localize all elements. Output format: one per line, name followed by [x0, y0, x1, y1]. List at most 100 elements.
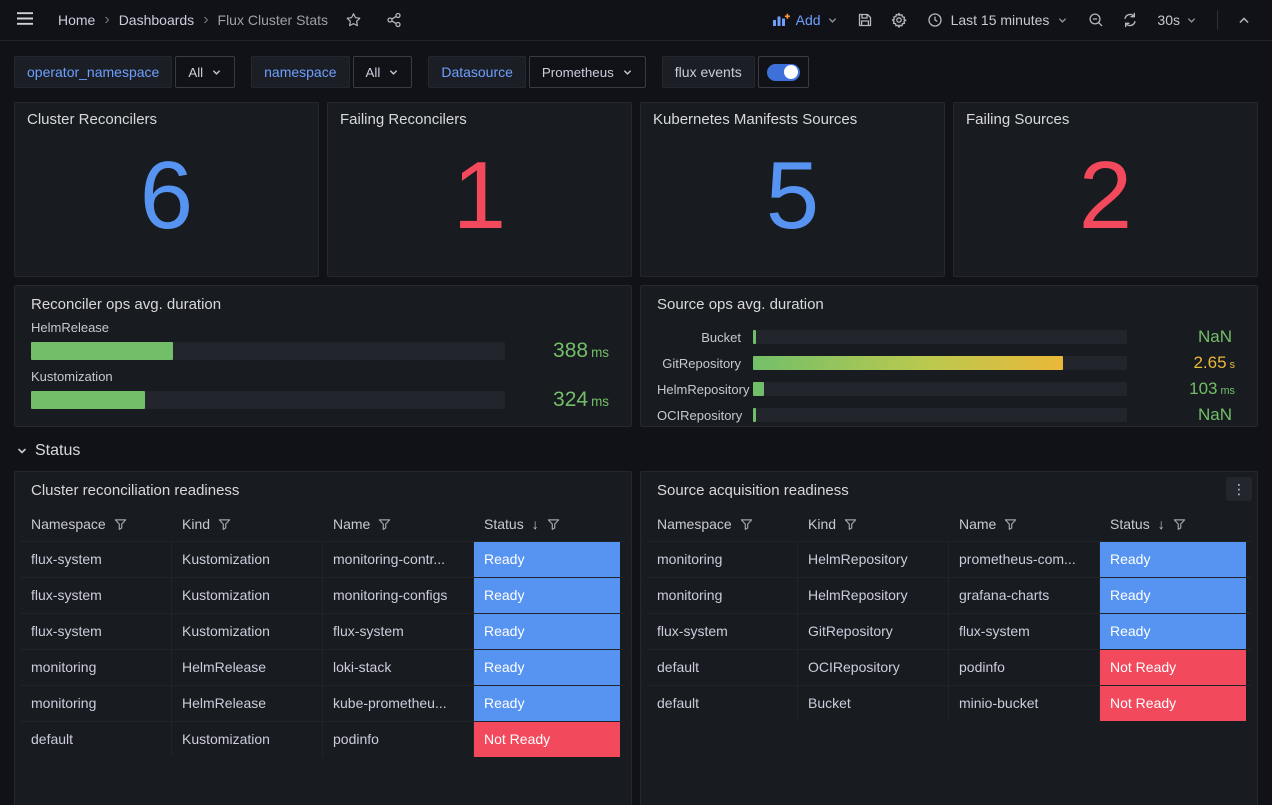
cell-status: Ready: [1100, 542, 1251, 577]
favorite-star-button[interactable]: [338, 7, 369, 33]
cell-kind: Kustomization: [172, 722, 323, 757]
gauge-row: Bucket NaN: [657, 324, 1249, 350]
time-range-picker[interactable]: Last 15 minutes: [918, 7, 1078, 33]
table-row: flux-system Kustomization flux-system Re…: [21, 613, 625, 649]
cell-name: kube-prometheu...: [323, 686, 474, 721]
status-badge: Ready: [474, 542, 620, 577]
status-badge: Ready: [1100, 578, 1246, 613]
gauge-bar: [753, 408, 756, 422]
column-header-label: Namespace: [31, 516, 106, 532]
filter-funnel-icon[interactable]: [740, 518, 753, 531]
panel-title[interactable]: Source ops avg. duration: [657, 296, 1249, 314]
flux-events-toggle[interactable]: [758, 56, 809, 88]
cell-status: Not Ready: [1100, 686, 1251, 721]
cell-name: podinfo: [323, 722, 474, 757]
gauge-bar: [753, 356, 1063, 370]
filter-funnel-icon[interactable]: [218, 518, 231, 531]
cell-status: Not Ready: [474, 722, 625, 757]
gauge-track: [31, 342, 505, 360]
dashboard-settings-button[interactable]: [884, 7, 914, 33]
gauge-track: [753, 382, 1127, 396]
panel-title[interactable]: Failing Reconcilers: [340, 111, 619, 129]
cell-namespace: monitoring: [21, 686, 172, 721]
save-dashboard-button[interactable]: [850, 7, 880, 33]
table-row: monitoring HelmRelease loki-stack Ready: [21, 649, 625, 685]
column-header[interactable]: Namespace: [21, 509, 172, 541]
add-panel-button[interactable]: Add: [764, 7, 846, 33]
status-badge: Not Ready: [474, 722, 620, 757]
gauge-value: NaN: [1127, 405, 1249, 425]
zoom-out-time-button[interactable]: [1081, 7, 1111, 33]
column-header[interactable]: Name: [323, 509, 474, 541]
cell-name: monitoring-configs: [323, 578, 474, 613]
column-header[interactable]: Kind: [798, 509, 949, 541]
variable-label: operator_namespace: [14, 56, 172, 88]
refresh-interval-label: 30s: [1157, 12, 1180, 28]
gauges-row: Reconciler ops avg. duration HelmRelease…: [14, 285, 1258, 427]
variable-dropdown-operator_namespace[interactable]: All: [175, 56, 235, 88]
panel-menu-button[interactable]: ⋮: [1226, 477, 1252, 501]
status-badge: Ready: [474, 686, 620, 721]
chevron-down-icon: [622, 67, 633, 78]
filter-funnel-icon[interactable]: [1004, 518, 1017, 531]
table-row: default OCIRepository podinfo Not Ready: [647, 649, 1251, 685]
variable-dropdown-namespace[interactable]: All: [353, 56, 413, 88]
refresh-interval-dropdown[interactable]: 30s: [1149, 7, 1205, 33]
chevron-down-icon: [1186, 15, 1197, 26]
variable-group: Datasource Prometheus: [428, 56, 645, 88]
status-badge: Ready: [474, 650, 620, 685]
gauge-label: HelmRepository: [657, 382, 753, 397]
column-header[interactable]: Status ↓: [1100, 509, 1251, 541]
cell-namespace: flux-system: [21, 614, 172, 649]
column-header[interactable]: Namespace: [647, 509, 798, 541]
cell-kind: Bucket: [798, 686, 949, 721]
panel-title[interactable]: Failing Sources: [966, 111, 1245, 129]
chevron-down-icon: [16, 445, 28, 457]
status-badge: Not Ready: [1100, 686, 1246, 721]
chevron-down-icon: [1057, 15, 1068, 26]
filter-funnel-icon[interactable]: [844, 518, 857, 531]
gauge-label: Bucket: [657, 330, 753, 345]
stat-panel: Failing Sources 2: [953, 102, 1258, 277]
stats-row: Cluster Reconcilers 6 Failing Reconciler…: [14, 102, 1258, 277]
column-header-label: Name: [333, 516, 370, 532]
panel-title[interactable]: Source acquisition readiness: [657, 482, 1251, 500]
column-header[interactable]: Name: [949, 509, 1100, 541]
table-header-row: Namespace Kind Name Status ↓: [647, 509, 1251, 541]
menu-toggle-button[interactable]: [10, 7, 40, 33]
filter-funnel-icon[interactable]: [1173, 518, 1186, 531]
filter-funnel-icon[interactable]: [378, 518, 391, 531]
breadcrumb-home[interactable]: Home: [58, 12, 95, 28]
panel-title[interactable]: Reconciler ops avg. duration: [31, 296, 623, 314]
panel-title[interactable]: Cluster Reconcilers: [27, 111, 306, 129]
filter-funnel-icon[interactable]: [114, 518, 127, 531]
panel-title[interactable]: Cluster reconciliation readiness: [31, 482, 625, 500]
share-button[interactable]: [379, 7, 409, 33]
cell-name: grafana-charts: [949, 578, 1100, 613]
variables-mount: operator_namespace All namespace All Dat…: [14, 56, 646, 88]
filter-funnel-icon[interactable]: [547, 518, 560, 531]
breadcrumb-dashboards[interactable]: Dashboards: [119, 12, 195, 28]
gauge-bar: [753, 330, 756, 344]
variable-selected-value: All: [188, 65, 203, 80]
refresh-button[interactable]: [1115, 7, 1145, 33]
panel-title[interactable]: Kubernetes Manifests Sources: [653, 111, 932, 129]
cell-status: Ready: [1100, 614, 1251, 649]
table: Namespace Kind Name Status ↓: [647, 509, 1251, 721]
flux-events-label: flux events: [662, 56, 755, 88]
sort-desc-icon: ↓: [532, 516, 539, 532]
flux-events-group: flux events: [662, 56, 809, 88]
top-nav-bar: Home › Dashboards › Flux Cluster Stats A…: [0, 0, 1272, 41]
column-header[interactable]: Kind: [172, 509, 323, 541]
cell-name: flux-system: [323, 614, 474, 649]
status-row-header[interactable]: Status: [16, 442, 1258, 460]
table-panel: Source acquisition readiness ⋮ Namespace…: [640, 471, 1258, 805]
table-row: monitoring HelmRepository prometheus-com…: [647, 541, 1251, 577]
cell-kind: GitRepository: [798, 614, 949, 649]
column-header[interactable]: Status ↓: [474, 509, 625, 541]
collapse-toolbar-button[interactable]: [1230, 9, 1258, 32]
breadcrumb-current-dashboard: Flux Cluster Stats: [218, 12, 328, 28]
star-icon: [345, 12, 362, 28]
toggle-pill: [767, 64, 800, 81]
variable-dropdown-Datasource[interactable]: Prometheus: [529, 56, 646, 88]
